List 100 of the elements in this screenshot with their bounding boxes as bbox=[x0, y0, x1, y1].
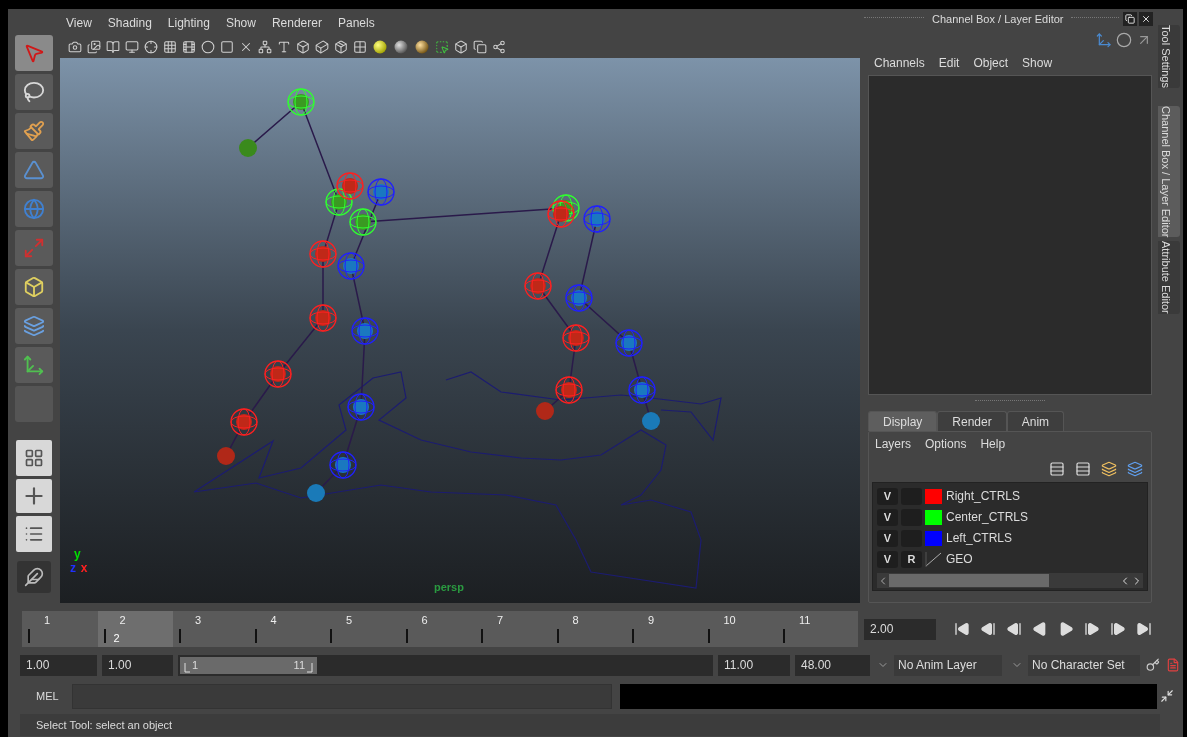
menu-item[interactable]: Channels bbox=[874, 54, 925, 72]
range-slider-track[interactable]: 1 11 bbox=[178, 654, 713, 676]
frame-number: 4 bbox=[270, 613, 277, 628]
splitter-handle[interactable] bbox=[975, 400, 1045, 403]
select-box-icon[interactable] bbox=[435, 40, 449, 54]
grip-handle[interactable] bbox=[864, 17, 924, 21]
visibility-toggle[interactable]: V bbox=[877, 550, 898, 568]
paint-tool-button[interactable] bbox=[15, 113, 53, 149]
anim-layer-dropdown[interactable]: No Anim Layer bbox=[894, 654, 1002, 676]
menu-item[interactable]: Panels bbox=[337, 13, 375, 32]
axis-label: y bbox=[74, 546, 81, 563]
lasso-tool-button[interactable] bbox=[15, 74, 53, 110]
step-forward-icon[interactable] bbox=[1108, 621, 1128, 637]
start-time-field[interactable]: 1.00 bbox=[20, 654, 97, 676]
panel-title: Channel Box / Layer Editor bbox=[931, 11, 1065, 27]
script-editor-icon[interactable] bbox=[1160, 689, 1174, 703]
menu-item[interactable]: Show bbox=[225, 13, 256, 32]
scrollbar-thumb[interactable] bbox=[889, 574, 1049, 587]
shaded-cube-icon[interactable] bbox=[315, 40, 329, 54]
menu-item[interactable]: Edit bbox=[938, 54, 960, 72]
joints-icon[interactable] bbox=[492, 40, 506, 54]
layer-name[interactable]: Left_CTRLS bbox=[946, 529, 1013, 547]
checker-icon[interactable] bbox=[353, 40, 367, 54]
camera-icon[interactable] bbox=[68, 40, 82, 54]
book-icon[interactable] bbox=[106, 40, 120, 54]
visibility-toggle[interactable]: V bbox=[877, 508, 898, 526]
tab[interactable]: Render bbox=[937, 411, 1007, 431]
go-to-start-icon[interactable] bbox=[952, 621, 972, 637]
float-button[interactable] bbox=[1123, 12, 1138, 26]
display-type-toggle[interactable]: R bbox=[901, 550, 922, 568]
menu-item[interactable]: Lighting bbox=[167, 13, 210, 32]
shaded-sphere-icon[interactable] bbox=[414, 39, 430, 55]
single-view-button[interactable] bbox=[16, 440, 52, 476]
frame-tick bbox=[707, 629, 710, 643]
axes-icon[interactable] bbox=[1096, 32, 1112, 48]
lasso-tool-icon bbox=[23, 81, 45, 103]
layer-color-swatch[interactable] bbox=[925, 488, 942, 504]
cameras-icon[interactable] bbox=[87, 40, 101, 54]
menu-item[interactable]: Help bbox=[980, 435, 1006, 453]
outliner-view-button[interactable] bbox=[16, 516, 52, 552]
light-sphere-icon[interactable] bbox=[372, 39, 388, 55]
app-logo-button[interactable] bbox=[17, 561, 51, 593]
time-slider[interactable]: 1 2 2 3 4 5 6 7 8 9 10 11 bbox=[22, 611, 858, 647]
menu-item[interactable]: Object bbox=[973, 54, 1009, 72]
end-time-field[interactable]: 48.00 bbox=[795, 654, 870, 676]
monitor-icon[interactable] bbox=[125, 40, 139, 54]
isolate-icon[interactable] bbox=[454, 40, 468, 54]
go-to-end-icon[interactable] bbox=[1134, 621, 1154, 637]
textured-cube-icon[interactable] bbox=[334, 40, 348, 54]
crosshair-icon[interactable] bbox=[144, 40, 158, 54]
grip-handle[interactable] bbox=[1071, 17, 1120, 21]
sphere-icon[interactable] bbox=[201, 40, 215, 54]
layer-up-icon[interactable] bbox=[1049, 461, 1065, 477]
step-back-icon[interactable] bbox=[978, 621, 998, 637]
viewport[interactable]: y z x persp bbox=[60, 58, 860, 603]
menu-item[interactable]: Layers bbox=[875, 435, 912, 453]
camera-label: persp bbox=[434, 579, 464, 595]
layer-name[interactable]: Center_CTRLS bbox=[946, 508, 1029, 526]
tab[interactable]: Display bbox=[868, 411, 938, 431]
film-icon[interactable] bbox=[182, 40, 196, 54]
layer-color-swatch[interactable] bbox=[925, 530, 942, 546]
xray-icon[interactable] bbox=[473, 40, 487, 54]
tab[interactable]: Anim bbox=[1006, 411, 1065, 431]
menu-item[interactable]: Shading bbox=[107, 13, 152, 32]
side-tab[interactable]: Channel Box / Layer Editor bbox=[1158, 106, 1180, 238]
playback-end-field[interactable]: 11.00 bbox=[718, 654, 790, 676]
layer-name[interactable]: GEO bbox=[946, 550, 973, 568]
frame-tick bbox=[254, 629, 257, 643]
axis-label: x bbox=[80, 561, 88, 577]
range-slider-handle[interactable]: 1 11 bbox=[180, 656, 317, 674]
layer-name[interactable]: Right_CTRLS bbox=[946, 487, 1021, 505]
horizontal-scrollbar[interactable] bbox=[877, 573, 1143, 588]
frame-tick bbox=[405, 629, 408, 643]
side-tab[interactable]: Tool Settings bbox=[1158, 25, 1180, 88]
playback-start-field[interactable]: 1.00 bbox=[102, 654, 173, 676]
key-icon[interactable] bbox=[1145, 658, 1161, 672]
no-color-icon[interactable] bbox=[925, 551, 942, 567]
current-time-field[interactable]: 2.00 bbox=[864, 618, 936, 640]
new-layer-icon[interactable] bbox=[1101, 461, 1117, 477]
close-button[interactable] bbox=[1139, 12, 1154, 26]
menu-item[interactable]: Show bbox=[1022, 54, 1053, 72]
rotate-tool-icon bbox=[23, 198, 45, 220]
menu-item[interactable]: Renderer bbox=[271, 13, 322, 32]
visibility-toggle[interactable]: V bbox=[877, 529, 898, 547]
wireframe-cube-icon[interactable] bbox=[296, 40, 310, 54]
square-icon[interactable] bbox=[220, 40, 234, 54]
layer-color-swatch[interactable] bbox=[925, 509, 942, 525]
four-view-button[interactable] bbox=[16, 479, 52, 513]
grid-icon[interactable] bbox=[163, 40, 177, 54]
nodes-icon[interactable] bbox=[258, 40, 272, 54]
visibility-toggle[interactable]: V bbox=[877, 487, 898, 505]
character-set-dropdown[interactable]: No Character Set bbox=[1028, 654, 1140, 676]
layer-down-icon[interactable] bbox=[1075, 461, 1091, 477]
menu-item[interactable]: View bbox=[66, 13, 92, 32]
new-layer-selected-icon[interactable] bbox=[1127, 461, 1143, 477]
text-icon[interactable] bbox=[277, 40, 291, 54]
command-label: MEL bbox=[35, 688, 60, 704]
default-material-icon[interactable] bbox=[393, 39, 409, 55]
menu-item[interactable]: Options bbox=[925, 435, 967, 453]
side-tab[interactable]: Attribute Editor bbox=[1158, 241, 1180, 315]
